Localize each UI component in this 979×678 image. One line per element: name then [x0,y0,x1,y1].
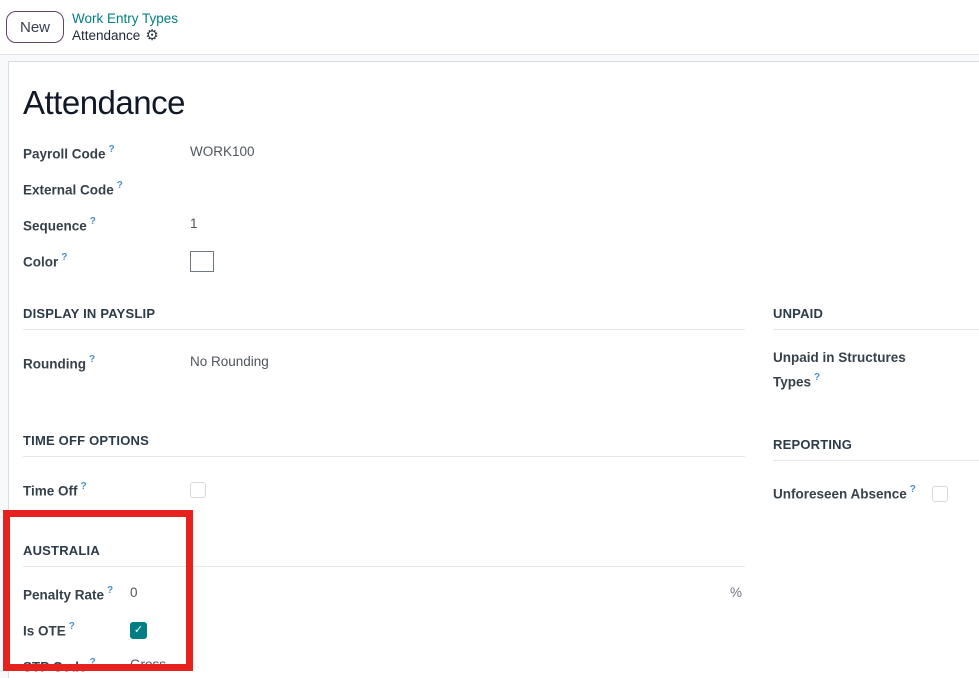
field-row-rounding: Rounding? No Rounding [23,350,745,376]
unpaid-structures-field[interactable] [933,347,979,365]
rounding-field[interactable]: No Rounding [190,354,269,372]
field-row-unpaid-structures: Unpaid in Structures Types? [773,347,979,393]
check-icon: ✓ [134,625,143,636]
field-row-payroll-code: Payroll Code? WORK100 [23,140,979,166]
field-row-external-code: External Code? [23,176,979,202]
help-icon[interactable]: ? [910,484,916,495]
form-card: Attendance Payroll Code? WORK100 Externa… [8,61,979,678]
section-australia: AUSTRALIA Penalty Rate? 0 % Is OTE? [23,543,745,678]
section-title-time-off-options: TIME OFF OPTIONS [23,433,745,457]
penalty-rate-label: Penalty Rate? [23,586,130,603]
help-icon[interactable]: ? [90,657,96,668]
section-display-in-payslip: DISPLAY IN PAYSLIP Rounding? No Rounding [23,306,745,376]
left-column: DISPLAY IN PAYSLIP Rounding? No Rounding… [23,306,745,678]
section-title-australia: AUSTRALIA [23,543,745,567]
unpaid-structures-label: Unpaid in Structures Types? [773,347,933,393]
rounding-label: Rounding? [23,355,190,372]
new-button[interactable]: New [6,11,64,43]
is-ote-checkbox[interactable]: ✓ [130,622,147,639]
field-row-penalty-rate: Penalty Rate? 0 % [23,581,745,607]
time-off-checkbox[interactable]: ✓ [190,482,206,498]
help-icon[interactable]: ? [90,216,96,227]
breadcrumb-parent-link[interactable]: Work Entry Types [72,10,178,27]
field-row-time-off: Time Off? ✓ [23,477,745,503]
gear-icon[interactable]: ⚙ [145,28,158,43]
record-title[interactable]: Attendance [23,83,979,123]
section-title-reporting: REPORTING [773,437,979,461]
field-row-color: Color? [23,248,979,274]
help-icon[interactable]: ? [109,144,115,155]
right-column: UNPAID Unpaid in Structures Types? REPOR… [773,306,979,507]
help-icon[interactable]: ? [814,372,820,383]
help-icon[interactable]: ? [107,585,113,596]
color-swatch[interactable] [190,251,214,272]
field-row-is-ote: Is OTE? ✓ [23,617,745,643]
form-columns: DISPLAY IN PAYSLIP Rounding? No Rounding… [23,306,979,678]
unforeseen-absence-label: Unforeseen Absence? [773,485,916,502]
help-icon[interactable]: ? [117,180,123,191]
general-fields: Payroll Code? WORK100 External Code? Seq… [23,140,979,274]
section-title-unpaid: UNPAID [773,306,979,330]
unforeseen-absence-checkbox[interactable]: ✓ [932,486,948,502]
section-reporting: REPORTING Unforeseen Absence? ✓ [773,437,979,507]
section-unpaid: UNPAID Unpaid in Structures Types? [773,306,979,393]
field-row-sequence: Sequence? 1 [23,212,979,238]
payroll-code-label: Payroll Code? [23,145,190,162]
penalty-rate-field[interactable]: 0 [130,585,190,603]
external-code-field[interactable] [190,180,250,198]
external-code-label: External Code? [23,181,190,198]
sequence-field[interactable]: 1 [190,216,250,234]
field-row-unforeseen-absence: Unforeseen Absence? ✓ [773,481,979,507]
help-icon[interactable]: ? [61,252,67,263]
section-time-off-options: TIME OFF OPTIONS Time Off? ✓ [23,433,745,503]
stp-code-field[interactable]: Gross [130,657,190,675]
is-ote-label: Is OTE? [23,622,130,639]
color-label: Color? [23,253,190,270]
breadcrumb-current: Attendance [72,27,140,44]
top-bar: New Work Entry Types Attendance ⚙ [0,0,979,55]
breadcrumb: Work Entry Types Attendance ⚙ [72,10,178,44]
percent-suffix: % [730,585,742,600]
sequence-label: Sequence? [23,217,190,234]
payroll-code-field[interactable]: WORK100 [190,144,255,162]
help-icon[interactable]: ? [89,354,95,365]
section-title-display-in-payslip: DISPLAY IN PAYSLIP [23,306,745,330]
help-icon[interactable]: ? [81,481,87,492]
time-off-label: Time Off? [23,482,190,499]
form-sheet: Attendance Payroll Code? WORK100 Externa… [9,62,979,678]
stp-code-label: STP Code? [23,658,130,675]
field-row-stp-code: STP Code? Gross [23,653,745,678]
help-icon[interactable]: ? [69,621,75,632]
